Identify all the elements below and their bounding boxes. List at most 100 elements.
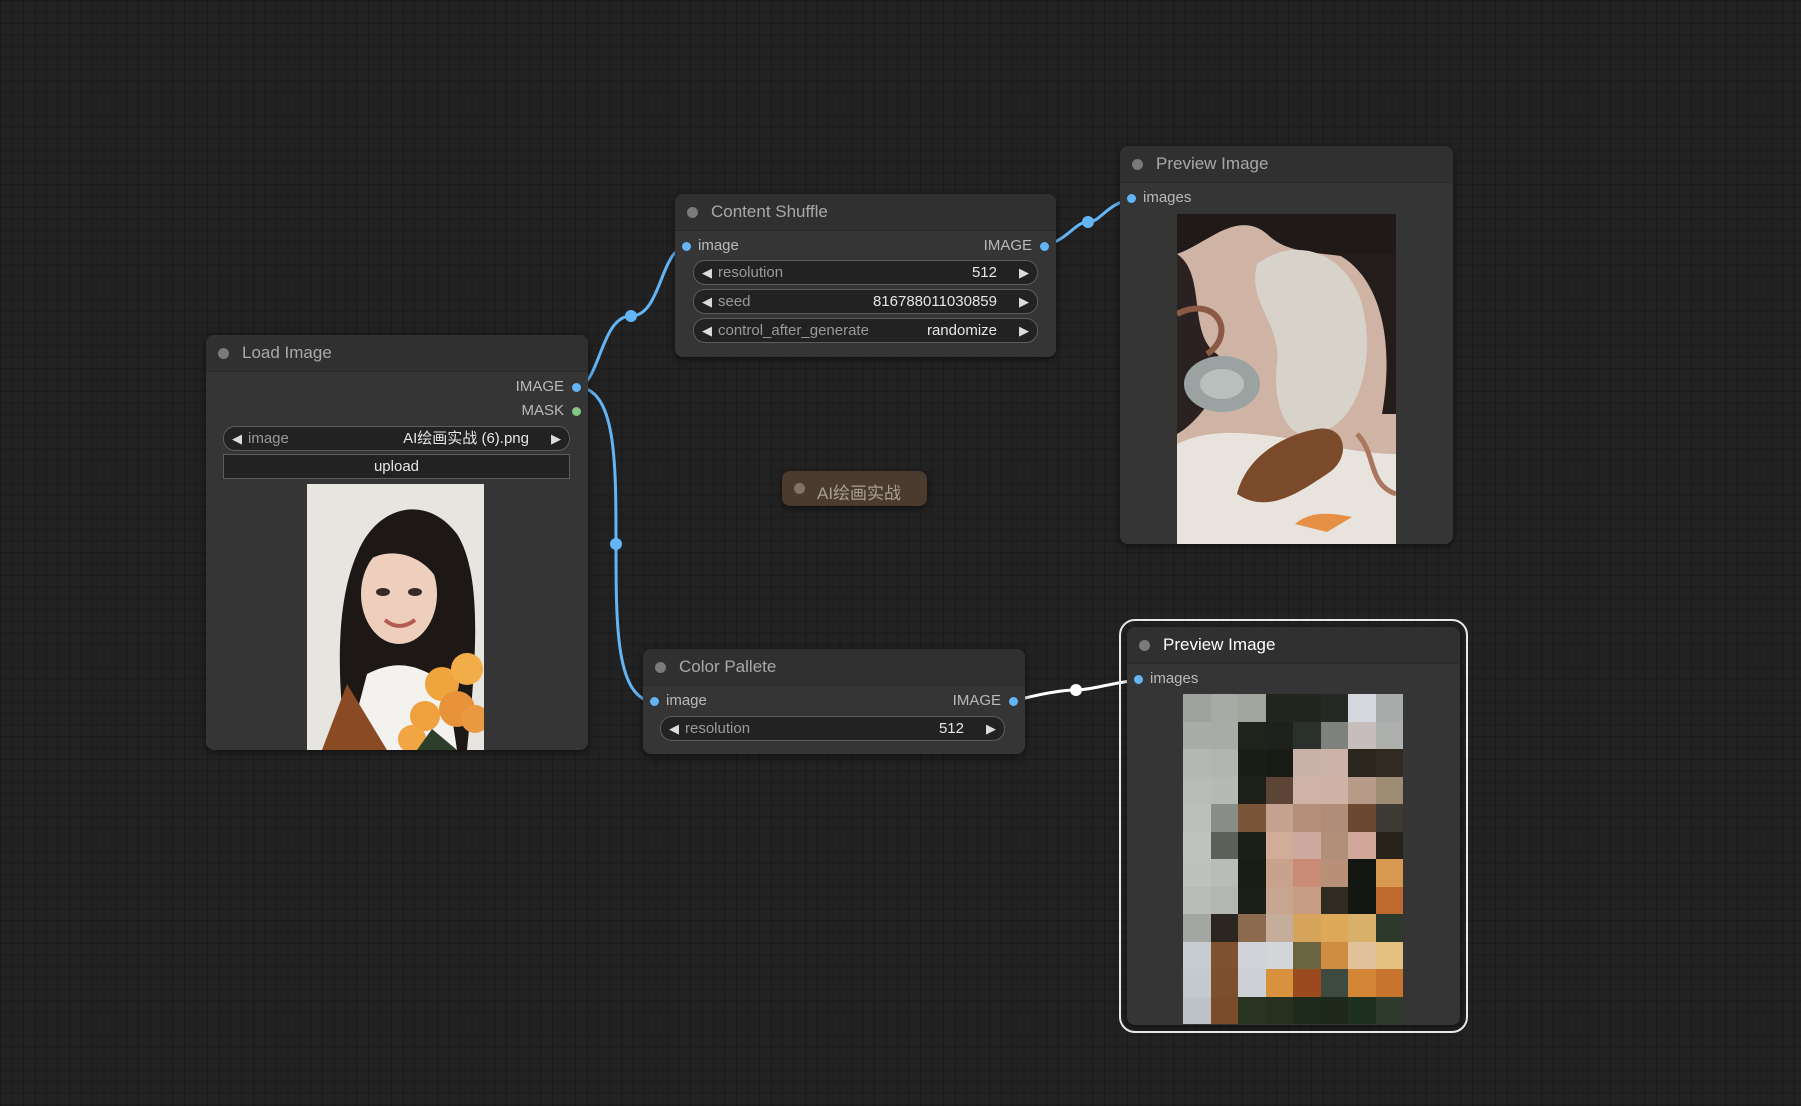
input-slot-image[interactable]: image xyxy=(666,691,707,711)
preview-image-node-shuffle[interactable]: Preview Image images xyxy=(1120,146,1453,544)
link-midpoint-dot[interactable] xyxy=(1070,684,1082,696)
upload-button[interactable]: upload xyxy=(223,454,570,479)
collapse-dot-icon[interactable] xyxy=(1132,159,1143,170)
palette-cell xyxy=(1183,694,1211,722)
increment-arrow-icon[interactable]: ▶ xyxy=(1019,261,1029,284)
input-slot-images[interactable]: images xyxy=(1150,669,1198,689)
decrement-arrow-icon[interactable]: ◀ xyxy=(702,319,712,342)
palette-cell xyxy=(1183,804,1211,832)
decrement-arrow-icon[interactable]: ◀ xyxy=(669,717,679,740)
palette-cell xyxy=(1320,969,1348,997)
input-dot-images-icon[interactable] xyxy=(1134,675,1143,684)
increment-arrow-icon[interactable]: ▶ xyxy=(1019,319,1029,342)
color-pallete-node[interactable]: Color Pallete image IMAGE ◀ resolution 5… xyxy=(643,649,1025,754)
palette-cell xyxy=(1375,721,1403,749)
palette-cell xyxy=(1183,721,1211,749)
link-midpoint-dot[interactable] xyxy=(625,310,637,322)
output-dot-mask-icon[interactable] xyxy=(572,407,581,416)
note-node[interactable]: AI绘画实战 xyxy=(782,471,927,506)
decrement-arrow-icon[interactable]: ◀ xyxy=(232,427,242,450)
node-title-bar[interactable]: Preview Image xyxy=(1120,146,1453,183)
widget-value: randomize xyxy=(926,322,997,339)
node-title: Preview Image xyxy=(1163,635,1276,654)
output-label: IMAGE xyxy=(952,692,1001,709)
output-slot-image[interactable]: IMAGE xyxy=(953,691,1001,711)
palette-cell xyxy=(1375,831,1403,859)
output-label: MASK xyxy=(521,402,564,419)
input-label: image xyxy=(698,237,739,254)
increment-arrow-icon[interactable]: ▶ xyxy=(551,427,561,450)
seed-widget[interactable]: ◀ seed 816788011030859 ▶ xyxy=(693,289,1038,314)
palette-cell xyxy=(1348,804,1376,832)
link-midpoint-dot[interactable] xyxy=(610,538,622,550)
image-combo-widget[interactable]: ◀ image AI绘画实战 (6).png ▶ xyxy=(223,426,570,451)
node-graph-canvas[interactable]: Load Image IMAGE MASK ◀ image AI绘画实战 (6)… xyxy=(0,0,1801,1106)
input-slot-image[interactable]: image xyxy=(698,236,739,256)
collapse-dot-icon[interactable] xyxy=(655,662,666,673)
palette-cell xyxy=(1265,831,1293,859)
output-slot-image[interactable]: IMAGE xyxy=(984,236,1032,256)
widget-label: control_after_generate xyxy=(718,322,869,339)
palette-cell xyxy=(1183,859,1211,887)
palette-cell xyxy=(1265,969,1293,997)
palette-cell xyxy=(1238,831,1266,859)
output-dot-image-icon[interactable] xyxy=(572,383,581,392)
widget-value: AI绘画实战 (6).png xyxy=(403,430,529,447)
increment-arrow-icon[interactable]: ▶ xyxy=(986,717,996,740)
node-title-bar[interactable]: Load Image xyxy=(206,335,588,372)
increment-arrow-icon[interactable]: ▶ xyxy=(1019,290,1029,313)
palette-cell xyxy=(1183,941,1211,969)
node-title-bar[interactable]: Preview Image xyxy=(1127,627,1460,664)
palette-cell xyxy=(1238,776,1266,804)
input-slot-images[interactable]: images xyxy=(1143,188,1191,208)
collapse-dot-icon[interactable] xyxy=(218,348,229,359)
node-title-bar[interactable]: Color Pallete xyxy=(643,649,1025,686)
collapse-dot-icon[interactable] xyxy=(794,483,805,494)
input-dot-image-icon[interactable] xyxy=(650,697,659,706)
output-dot-image-icon[interactable] xyxy=(1009,697,1018,706)
palette-cell xyxy=(1348,694,1376,722)
palette-cell xyxy=(1293,721,1321,749)
node-title-bar[interactable]: Content Shuffle xyxy=(675,194,1056,231)
palette-cell xyxy=(1320,941,1348,969)
palette-cell xyxy=(1293,859,1321,887)
palette-cell xyxy=(1375,996,1403,1024)
widget-label: resolution xyxy=(685,720,751,737)
decrement-arrow-icon[interactable]: ◀ xyxy=(702,290,712,313)
content-shuffle-node[interactable]: Content Shuffle image IMAGE ◀ resolution… xyxy=(675,194,1056,357)
input-dot-images-icon[interactable] xyxy=(1127,194,1136,203)
resolution-widget[interactable]: ◀ resolution 512 ▶ xyxy=(660,716,1005,741)
palette-cell xyxy=(1238,804,1266,832)
palette-cell xyxy=(1265,914,1293,942)
palette-cell xyxy=(1183,996,1211,1024)
palette-cell xyxy=(1348,914,1376,942)
control-after-generate-widget[interactable]: ◀ control_after_generate randomize ▶ xyxy=(693,318,1038,343)
node-title: Content Shuffle xyxy=(711,202,828,221)
palette-cell xyxy=(1183,831,1211,859)
output-dot-image-icon[interactable] xyxy=(1040,242,1049,251)
palette-cell xyxy=(1375,914,1403,942)
portrait-photo-icon xyxy=(307,484,484,750)
node-title: Preview Image xyxy=(1156,154,1269,173)
preview-image-node-palette[interactable]: Preview Image images xyxy=(1119,619,1468,1033)
input-dot-image-icon[interactable] xyxy=(682,242,691,251)
widget-value: 512 xyxy=(971,264,997,281)
decrement-arrow-icon[interactable]: ◀ xyxy=(702,261,712,284)
loaded-image-preview xyxy=(307,484,484,750)
collapse-dot-icon[interactable] xyxy=(1139,640,1150,651)
output-slot-image[interactable]: IMAGE xyxy=(516,377,564,397)
load-image-node[interactable]: Load Image IMAGE MASK ◀ image AI绘画实战 (6)… xyxy=(206,335,588,750)
palette-cell xyxy=(1238,749,1266,777)
output-slot-mask[interactable]: MASK xyxy=(521,401,564,421)
palette-cell xyxy=(1210,749,1238,777)
collapse-dot-icon[interactable] xyxy=(687,207,698,218)
palette-cell xyxy=(1348,859,1376,887)
widget-label: image xyxy=(248,430,289,447)
link-midpoint-dot[interactable] xyxy=(1082,216,1094,228)
palette-cell xyxy=(1183,776,1211,804)
palette-cell xyxy=(1320,749,1348,777)
palette-cell xyxy=(1210,886,1238,914)
resolution-widget[interactable]: ◀ resolution 512 ▶ xyxy=(693,260,1038,285)
palette-cell xyxy=(1238,721,1266,749)
palette-cell xyxy=(1320,776,1348,804)
